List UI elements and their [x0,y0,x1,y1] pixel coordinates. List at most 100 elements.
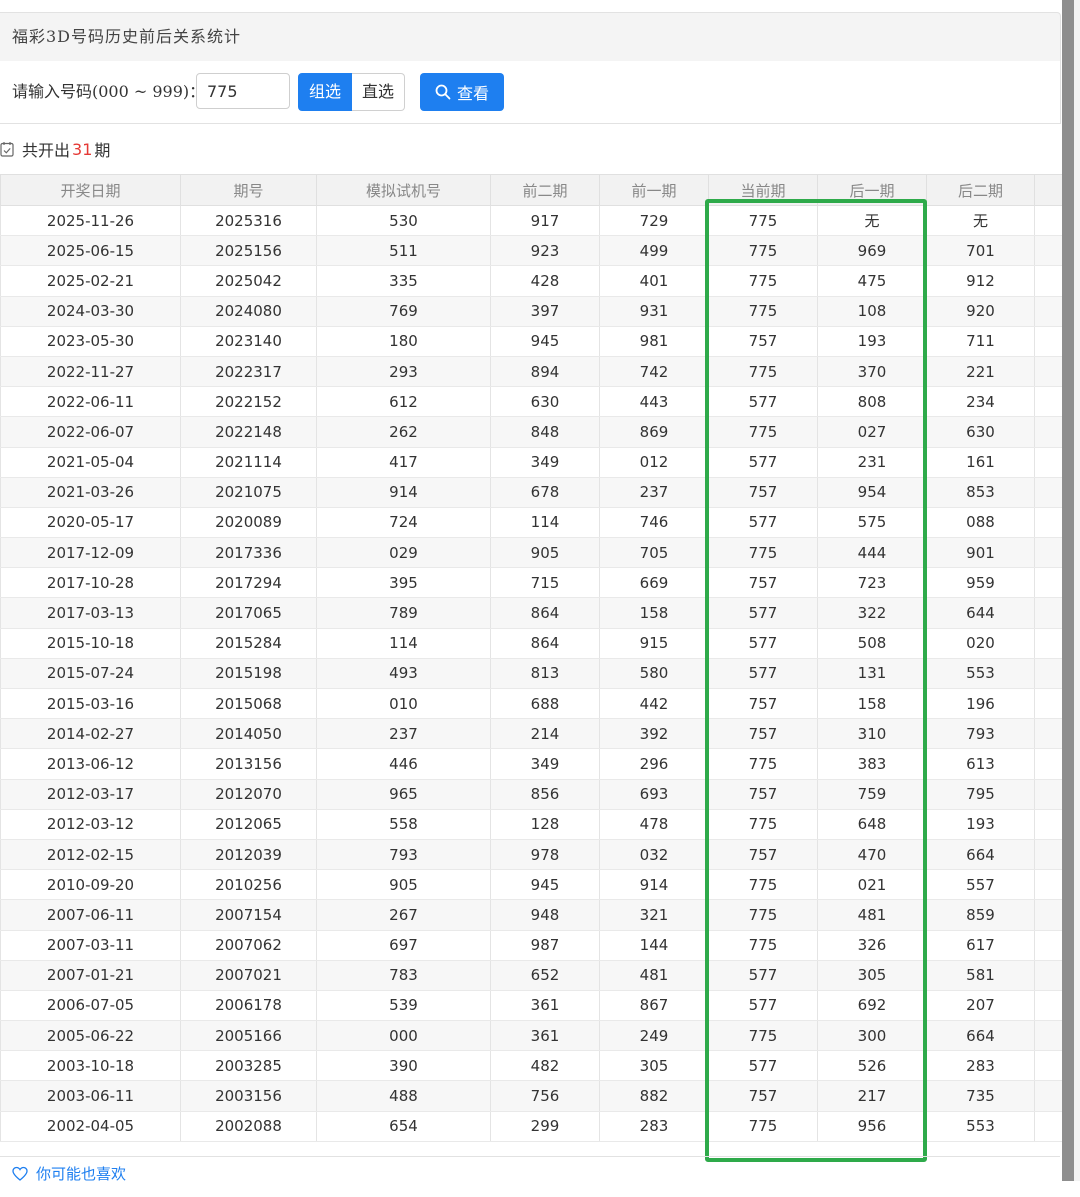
table-cell: 915 [599,628,709,659]
table-cell: 775 [708,416,818,448]
scrollbar-thumb[interactable] [1062,0,1074,1181]
table-cell: 2017336 [180,537,317,569]
table-cell: 759 [817,779,927,810]
table-cell: 757 [708,718,818,750]
table-cell: 775 [708,356,818,388]
table-cell: 2025156 [180,235,317,267]
table-cell: 158 [599,597,709,629]
table-cell: 2010256 [180,869,317,901]
table-cell: 775 [708,205,818,237]
table-cell: 905 [316,869,491,901]
table-cell: 775 [708,235,818,267]
table-cell: 775 [708,537,818,569]
table-cell: 2015068 [180,688,317,720]
table-cell: 769 [316,296,491,327]
table-cell-empty [1034,930,1063,961]
table-cell: 2003156 [180,1080,317,1112]
table-cell-empty [1034,1050,1063,1082]
table-cell-empty [1034,899,1063,931]
number-input[interactable]: 775 [196,73,290,109]
table-cell: 869 [599,416,709,448]
table-cell: 231 [817,447,927,478]
table-cell: 300 [817,1020,927,1052]
table-cell: 775 [708,265,818,297]
table-cell: 965 [316,779,491,810]
table-cell: 2020089 [180,507,317,539]
table-row: 2023-05-30 2023140 180 945 981 757 193 711 [0,326,1063,357]
table-cell: 196 [926,688,1035,720]
table-row: 2006-07-05 2006178 539 361 867 577 692 207 [0,990,1063,1022]
table-cell: 032 [599,839,709,871]
table-row: 2025-11-26 2025316 530 917 729 775 无无 [0,205,1063,237]
table-cell: 397 [490,296,600,327]
table-cell: 2025042 [180,265,317,297]
table-cell: 557 [926,869,1035,901]
table-cell-empty [1034,386,1063,418]
group-select-button[interactable]: 组选 [298,73,353,111]
table-cell: 692 [817,990,927,1022]
table-cell: 108 [817,296,927,327]
table-cell: 793 [926,718,1035,750]
table-cell: 2015-03-16 [0,688,181,720]
table-cell: 2013-06-12 [0,748,181,780]
table-cell-empty [1034,1111,1063,1142]
table-cell: 2007-01-21 [0,960,181,991]
table-cell: 2012039 [180,839,317,871]
table-cell: 088 [926,507,1035,539]
table-cell: 428 [490,265,600,297]
selection-mode-toggle: 组选 直选 [298,73,406,111]
table-cell: 010 [316,688,491,720]
col-header-current[interactable]: 当前期 [708,174,818,206]
summary-suffix: 期 [94,141,111,160]
table-cell: 249 [599,1020,709,1052]
table-cell: 444 [817,537,927,569]
table-cell: 978 [490,839,600,871]
direct-select-button[interactable]: 直选 [352,73,406,111]
col-header-date[interactable]: 开奖日期 [0,174,181,206]
table-cell: 859 [926,899,1035,931]
table-row: 2012-03-12 2012065 558 128 478 775 648 193 [0,809,1063,840]
table-cell: 526 [817,1050,927,1082]
col-header-next2[interactable]: 后二期 [926,174,1035,206]
table-cell: 2022152 [180,386,317,418]
table-cell: 987 [490,930,600,961]
col-header-trial[interactable]: 模拟试机号 [316,174,491,206]
table-cell-empty [1034,839,1063,871]
table-cell: 894 [490,356,600,388]
table-cell: 723 [817,567,927,599]
table-cell: 644 [926,597,1035,629]
col-header-next1[interactable]: 后一期 [817,174,927,206]
calendar-check-icon [0,142,14,157]
table-cell-empty [1034,416,1063,448]
table-cell: 2003285 [180,1050,317,1082]
table-cell: 757 [708,567,818,599]
panel-header: 福彩3D号码历史前后关系统计 [0,12,1061,62]
table-cell: 793 [316,839,491,871]
view-button[interactable]: 查看 [420,73,504,111]
table-cell: 114 [316,628,491,659]
table-cell: 948 [490,899,600,931]
table-cell: 2015-07-24 [0,658,181,690]
table-row: 2022-11-27 2022317 293 894 742 775 370 221 [0,356,1063,388]
table-row: 2022-06-11 2022152 612 630 443 577 808 234 [0,386,1063,418]
table-row: 2024-03-30 2024080 769 397 931 775 108 920 [0,296,1063,327]
table-cell: 901 [926,537,1035,569]
col-header-prev1[interactable]: 前一期 [599,174,709,206]
table-cell: 2025-11-26 [0,205,181,237]
table-cell: 705 [599,537,709,569]
table-row: 2012-02-15 2012039 793 978 032 757 470 664 [0,839,1063,871]
table-cell: 2017-12-09 [0,537,181,569]
table-row: 2022-06-07 2022148 262 848 869 775 027 630 [0,416,1063,448]
summary-count: 31 [72,139,93,159]
table-cell: 775 [708,869,818,901]
col-header-issue[interactable]: 期号 [180,174,317,206]
table-cell: 981 [599,326,709,357]
table-cell: 775 [708,748,818,780]
table-cell: 920 [926,296,1035,327]
table-cell: 488 [316,1080,491,1112]
table-cell: 442 [599,688,709,720]
table-cell-empty [1034,1020,1063,1052]
table-cell: 237 [599,477,709,508]
table-cell: 577 [708,386,818,418]
col-header-prev2[interactable]: 前二期 [490,174,600,206]
